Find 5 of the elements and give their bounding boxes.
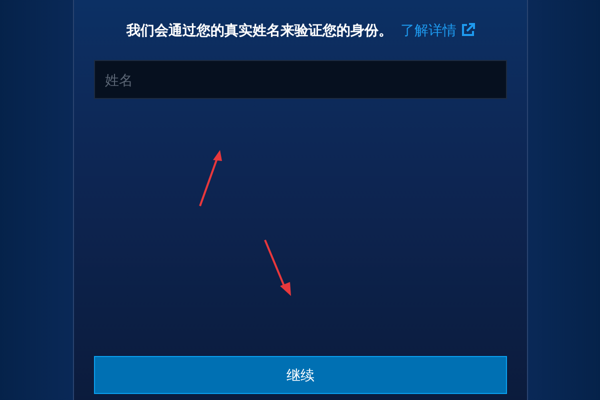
learn-more-link[interactable]: 了解详情 [400,20,474,40]
name-input-field[interactable]: 姓名 [94,60,507,99]
message-text: 我们会通过您的真实姓名来验证您的身份。 [126,20,392,40]
continue-button[interactable]: 继续 [94,356,507,394]
external-link-icon [460,23,474,37]
